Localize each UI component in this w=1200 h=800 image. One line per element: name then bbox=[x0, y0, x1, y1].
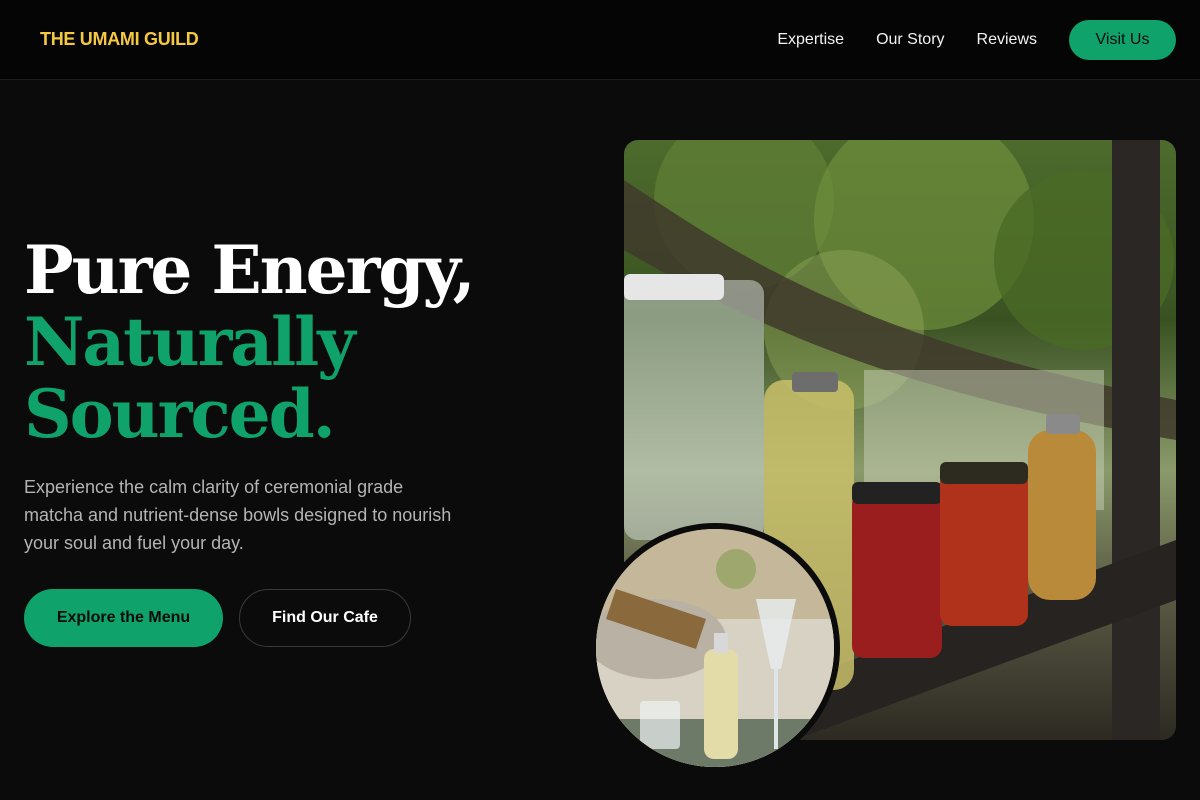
hero-heading: Pure Energy, Naturally Sourced. bbox=[24, 234, 544, 450]
nav-link-expertise[interactable]: Expertise bbox=[777, 31, 844, 49]
visit-us-button[interactable]: Visit Us bbox=[1069, 19, 1176, 60]
brand-logo[interactable]: THE UMAMI GUILD bbox=[40, 29, 199, 50]
nav-links: Expertise Our Story Reviews Visit Us bbox=[777, 19, 1176, 60]
cafe-photo-illustration bbox=[596, 529, 834, 767]
find-cafe-button[interactable]: Find Our Cafe bbox=[239, 589, 411, 647]
nav-link-reviews[interactable]: Reviews bbox=[977, 31, 1037, 49]
explore-menu-button[interactable]: Explore the Menu bbox=[24, 589, 223, 647]
hero-heading-line2: Naturally bbox=[24, 303, 356, 381]
hero-heading-line3: Sourced. bbox=[24, 375, 336, 453]
hero-heading-line1: Pure Energy, bbox=[24, 231, 476, 309]
nav-link-our-story[interactable]: Our Story bbox=[876, 31, 944, 49]
hero-inset-photo bbox=[590, 523, 840, 773]
navbar: THE UMAMI GUILD Expertise Our Story Revi… bbox=[0, 0, 1200, 80]
hero-subtext: Experience the calm clarity of ceremonia… bbox=[24, 477, 452, 553]
